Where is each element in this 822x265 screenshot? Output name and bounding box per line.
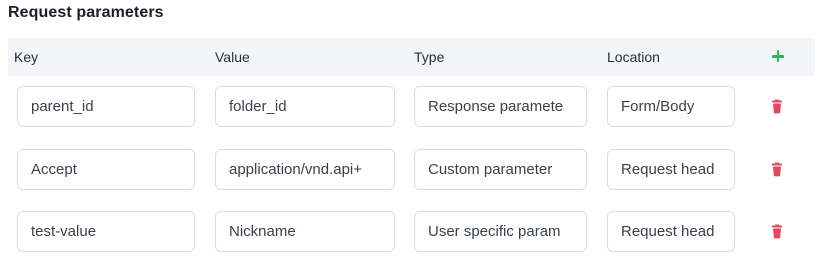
trash-icon[interactable] [768,223,786,241]
value-input[interactable] [215,211,395,252]
type-select[interactable] [414,211,587,252]
header-value: Value [215,49,250,65]
header-type: Type [414,49,445,65]
trash-icon[interactable] [768,161,786,179]
plus-icon[interactable] [768,46,788,66]
location-select[interactable] [607,86,735,127]
location-select[interactable] [607,211,735,252]
type-select[interactable] [414,149,587,190]
table-row [0,211,822,254]
section-title: Request parameters [8,4,164,21]
type-select[interactable] [414,86,587,127]
table-row [0,86,822,129]
key-input[interactable] [17,86,195,127]
value-input[interactable] [215,86,395,127]
trash-icon[interactable] [768,98,786,116]
table-header: Key Value Type Location [8,38,815,76]
key-input[interactable] [17,211,195,252]
header-location: Location [607,49,660,65]
value-input[interactable] [215,149,395,190]
key-input[interactable] [17,149,195,190]
header-key: Key [14,49,39,65]
table-row [0,149,822,192]
location-select[interactable] [607,149,735,190]
